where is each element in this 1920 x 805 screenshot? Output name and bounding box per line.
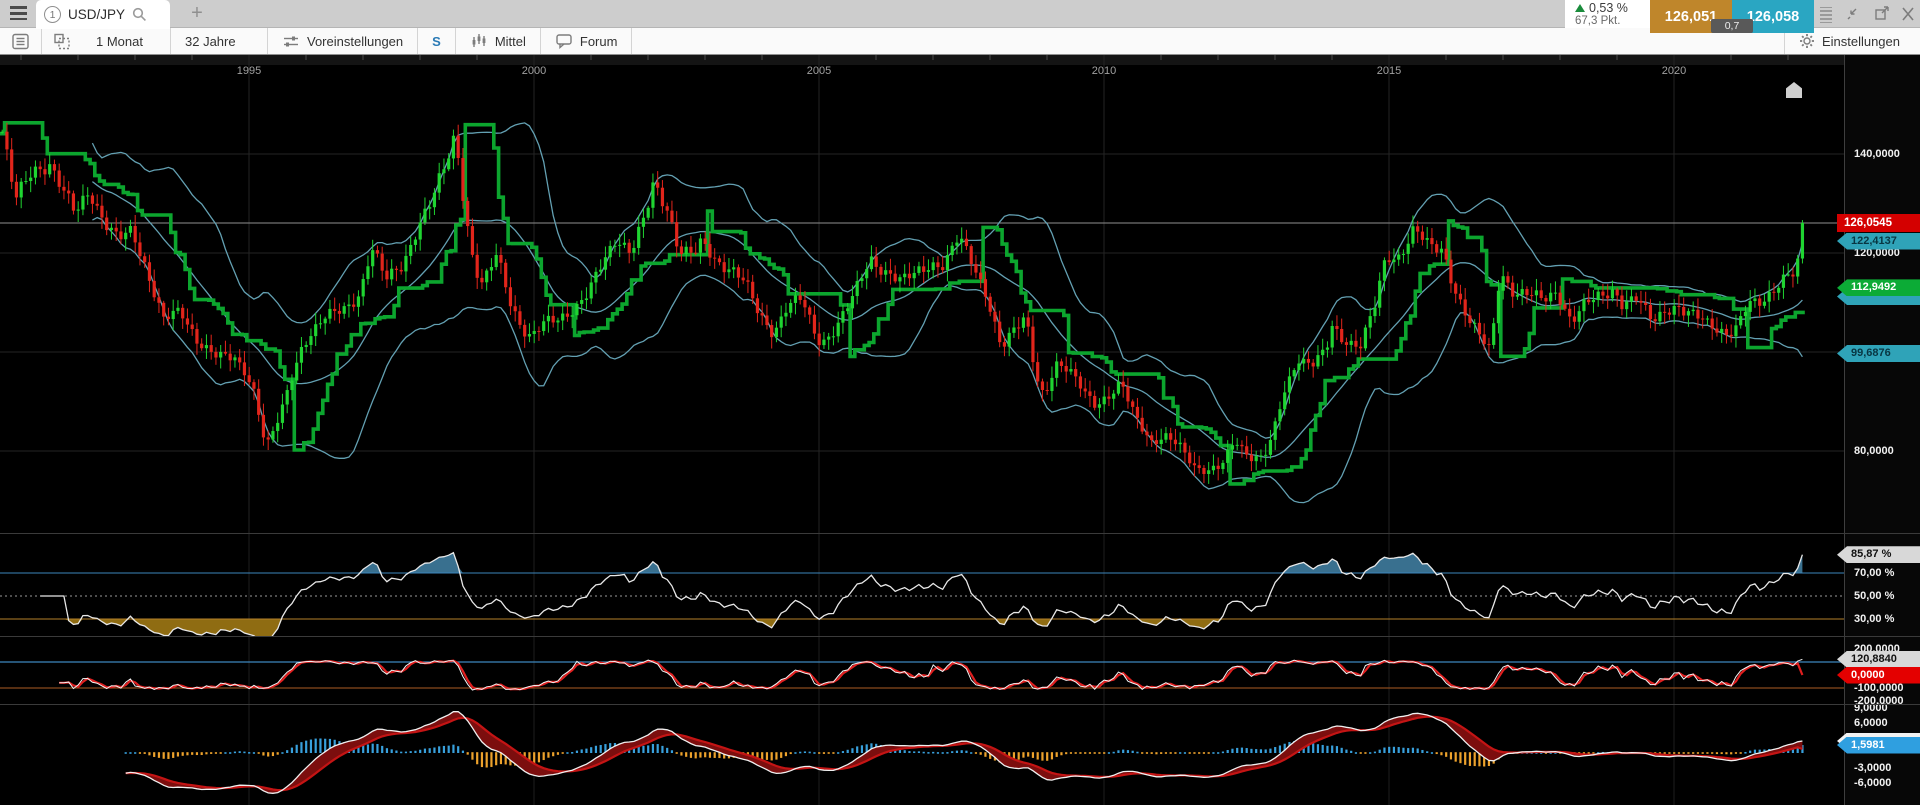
change-points: 67,3 Pkt.: [1575, 15, 1621, 27]
presets-button[interactable]: Voreinstellungen: [268, 28, 417, 54]
pane-separator: [0, 636, 1920, 637]
chart-toolbar: 1 Monat 32 Jahre Voreinstellungen S Mitt…: [0, 28, 1920, 55]
collapse-window-icon[interactable]: [1842, 5, 1864, 23]
instrument-symbol: USD/JPY: [68, 7, 126, 22]
settings-label: Einstellungen: [1821, 33, 1900, 49]
search-icon[interactable]: [132, 7, 147, 22]
presets-label: Voreinstellungen: [307, 33, 404, 49]
range-button[interactable]: 32 Jahre: [171, 28, 267, 54]
year-label: 2010: [1092, 65, 1116, 77]
close-icon[interactable]: [1898, 5, 1920, 23]
spread-badge: 0,7: [1711, 19, 1753, 33]
pane-separator: [0, 533, 1920, 534]
range-label: 32 Jahre: [185, 33, 236, 49]
open-new-window-icon[interactable]: [1872, 5, 1894, 23]
year-label: 2020: [1662, 65, 1686, 77]
instrument-tab[interactable]: 1 USD/JPY: [36, 0, 170, 29]
period-button[interactable]: 1 Monat: [82, 28, 170, 54]
candlestick-icon: [472, 34, 486, 47]
main-menu-button[interactable]: [6, 3, 32, 25]
chart-region[interactable]: 140,0000120,0000100,000080,000070,00 %50…: [0, 55, 1920, 805]
band-upper-badge: 122,4137: [1837, 232, 1920, 250]
mean-button[interactable]: Mittel: [456, 28, 540, 54]
momentum-value-badge: 120,8840: [1837, 650, 1920, 668]
rsi-value-badge: 85,87 %: [1837, 546, 1920, 564]
forum-button[interactable]: Forum: [541, 28, 632, 54]
forum-label: Forum: [579, 33, 618, 49]
style-button[interactable]: S: [418, 28, 455, 54]
band-lower-badge: 99,6876: [1837, 345, 1920, 363]
price-pane-svg[interactable]: 1995 2000 2005 2010 2015 2020: [0, 55, 1844, 533]
change-percent: 0,53 %: [1589, 1, 1628, 15]
toolbar-divider: [631, 28, 633, 54]
axis-label: -100,0000: [1854, 682, 1904, 694]
axis-label: -6,0000: [1854, 777, 1892, 789]
period-label: 1 Monat: [96, 33, 143, 49]
momentum-main-line: [59, 659, 1804, 691]
forum-bubble-icon: [556, 34, 572, 49]
top-tab-bar: 1 USD/JPY + 0,53 % 67,3 Pkt. 126,051 126…: [0, 0, 1920, 33]
trail-stop-badge: 112,9492: [1837, 279, 1920, 297]
axis-label: -3,0000: [1854, 762, 1892, 774]
axis-label: 80,0000: [1854, 444, 1894, 457]
last-price-badge: 126,0545: [1837, 214, 1920, 232]
gear-icon: [1799, 34, 1814, 48]
drag-handle[interactable]: [1818, 4, 1834, 24]
momentum-signal-badge: 0,0000: [1837, 666, 1920, 684]
tab-number-badge: 1: [44, 6, 61, 23]
change-box: 0,53 % 67,3 Pkt.: [1565, 0, 1650, 28]
add-tab-button[interactable]: +: [182, 0, 212, 28]
trailing-stop-line: [0, 121, 1805, 486]
macd-pane-svg[interactable]: [0, 705, 1844, 805]
year-label: 2005: [807, 65, 831, 77]
up-triangle-icon: [1575, 4, 1585, 12]
sliders-icon: [284, 36, 298, 46]
axis-label: 70,00 %: [1854, 567, 1895, 579]
notes-icon: [12, 33, 29, 49]
axis-label: 50,00 %: [1854, 590, 1895, 602]
year-label: 2000: [522, 65, 546, 77]
axis-label: 140,0000: [1854, 147, 1900, 160]
axis-label: 30,00 %: [1854, 613, 1895, 625]
axis-label: 6,0000: [1854, 717, 1888, 729]
pane-separator: [0, 704, 1920, 705]
year-label: 2015: [1377, 65, 1401, 77]
layout-icon: [54, 33, 70, 49]
year-label: 1995: [237, 65, 261, 77]
compare-layout-button[interactable]: [42, 28, 82, 54]
mean-label: Mittel: [494, 33, 526, 49]
style-label: S: [432, 33, 441, 49]
macd-hist-badge: 1,5981: [1837, 736, 1920, 754]
momentum-pane-svg[interactable]: [0, 637, 1844, 704]
rsi-pane-svg[interactable]: [0, 534, 1844, 636]
price-axis-column[interactable]: 140,0000120,0000100,000080,000070,00 %50…: [1837, 55, 1920, 805]
rsi-line: [40, 551, 1804, 636]
order-list-button[interactable]: [0, 28, 41, 54]
